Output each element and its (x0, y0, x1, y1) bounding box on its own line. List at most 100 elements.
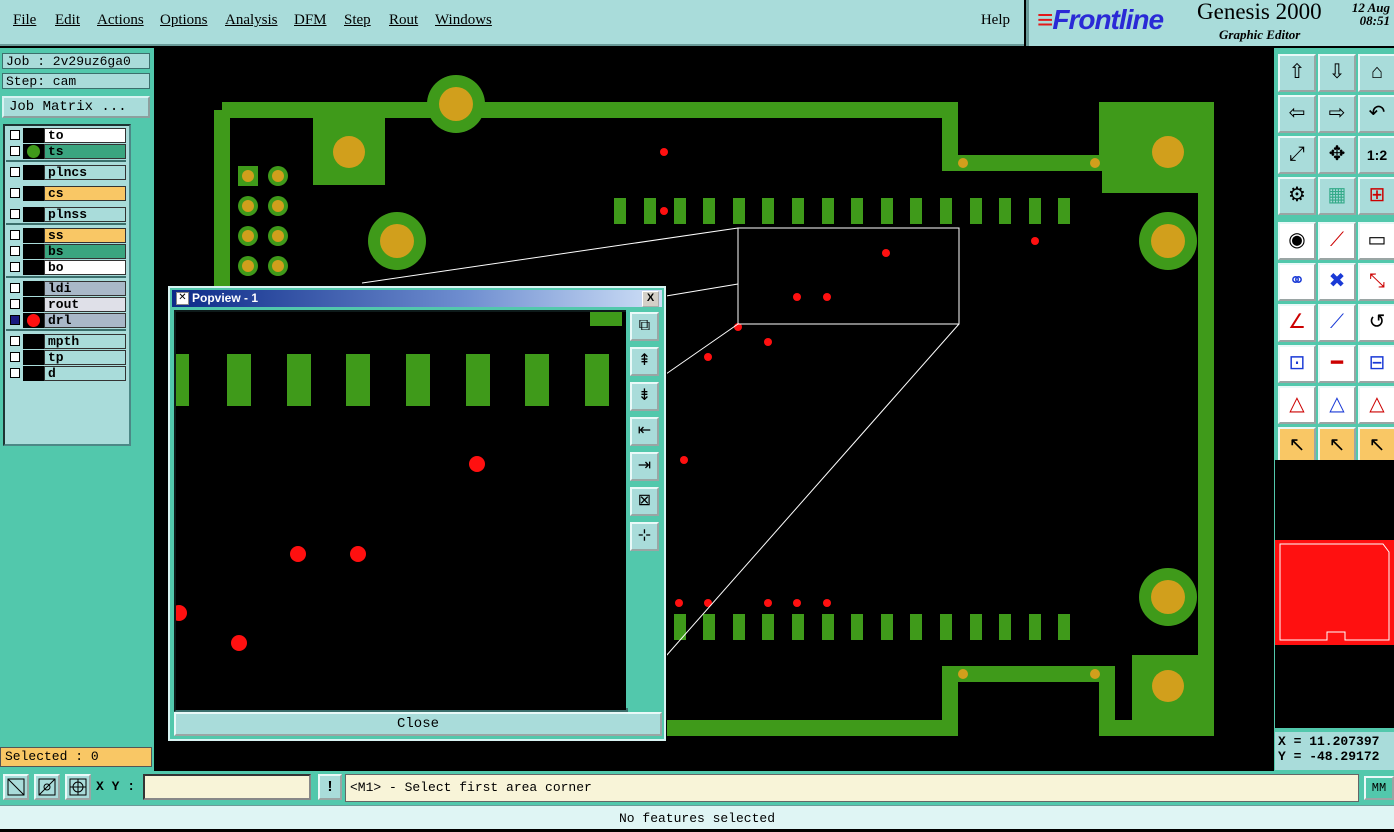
layer-status-swatch[interactable] (23, 260, 44, 275)
layer-checkbox[interactable] (10, 130, 20, 140)
layer-row[interactable]: mpth (8, 334, 126, 349)
pan-up-icon[interactable]: ⇧ (1278, 54, 1316, 92)
layer-status-swatch[interactable] (23, 128, 44, 143)
line-draw-icon[interactable]: ⟋ (1318, 304, 1356, 342)
layer-row[interactable]: ss (8, 228, 126, 243)
menu-step[interactable]: Step (344, 12, 371, 29)
menu-help[interactable]: Help (981, 12, 1010, 29)
add-feature-icon[interactable]: ◉ (1278, 222, 1316, 260)
triangle-outline-icon[interactable]: △ (1318, 386, 1356, 424)
zoom-1-2-icon[interactable]: 1:2 (1358, 136, 1394, 174)
pan-down-icon[interactable]: ⇟ (630, 382, 659, 411)
pan-down-icon[interactable]: ⇩ (1318, 54, 1356, 92)
units-button[interactable]: MM (1364, 776, 1394, 800)
layer-name[interactable]: to (44, 128, 126, 143)
connect-icon[interactable]: ⚭ (1278, 263, 1316, 301)
layer-name[interactable]: drl (44, 313, 126, 328)
layer-checkbox[interactable] (10, 188, 20, 198)
zoom-window-icon[interactable]: ⧉ (630, 312, 659, 341)
layer-name[interactable]: mpth (44, 334, 126, 349)
undo-zoom-icon[interactable]: ↶ (1358, 95, 1394, 133)
grid-icon[interactable]: ▦ (1318, 177, 1356, 215)
layer-status-swatch[interactable] (23, 297, 44, 312)
layer-status-swatch[interactable] (23, 334, 44, 349)
pan-right-icon[interactable]: ⇨ (1318, 95, 1356, 133)
pan-up-icon[interactable]: ⇞ (630, 347, 659, 376)
layer-row[interactable]: ldi (8, 281, 126, 296)
layer-row[interactable]: cs (8, 186, 126, 201)
job-matrix-button[interactable]: Job Matrix ... (2, 96, 150, 118)
layer-name[interactable]: rout (44, 297, 126, 312)
snap-icon[interactable]: ⊞ (1358, 177, 1394, 215)
triangle-icon[interactable]: △ (1278, 386, 1316, 424)
menu-rout[interactable]: Rout (389, 12, 418, 29)
layer-row[interactable]: tp (8, 350, 126, 365)
layer-row[interactable]: rout (8, 297, 126, 312)
layer-status-swatch[interactable] (23, 350, 44, 365)
ruler-icon[interactable]: ▭ (1358, 222, 1394, 260)
alert-button[interactable]: ! (318, 774, 342, 800)
grid-snap-icon[interactable] (65, 774, 91, 800)
home-icon[interactable]: ⌂ (1358, 54, 1394, 92)
close-button[interactable]: Close (174, 712, 662, 736)
layer-name[interactable]: ts (44, 144, 126, 159)
layer-status-swatch[interactable] (23, 186, 44, 201)
layer-row[interactable]: bo (8, 260, 126, 275)
layer-checkbox[interactable] (10, 146, 20, 156)
pan-left-icon[interactable]: ⇤ (630, 417, 659, 446)
layer-name[interactable]: cs (44, 186, 126, 201)
line-edit-icon[interactable]: ⟋ (1318, 222, 1356, 260)
layer-checkbox[interactable] (10, 299, 20, 309)
pan-right-icon[interactable]: ⇥ (630, 452, 659, 481)
snap-icon[interactable] (34, 774, 60, 800)
layer-name[interactable]: plnss (44, 207, 126, 222)
layer-checkbox[interactable] (10, 246, 20, 256)
menu-dfm[interactable]: DFM (294, 12, 327, 29)
measure-icon[interactable]: ⊟ (1358, 345, 1394, 383)
menu-actions[interactable]: Actions (97, 12, 144, 29)
layer-checkbox[interactable] (10, 230, 20, 240)
overview-map[interactable] (1275, 460, 1394, 728)
popview-canvas[interactable] (174, 310, 628, 712)
popview-titlebar[interactable]: ✕ Popview - 1 X (172, 290, 662, 307)
layer-checkbox[interactable] (10, 315, 20, 325)
layer-row[interactable]: ts (8, 144, 126, 159)
triangle-edit-icon[interactable]: △ (1358, 386, 1394, 424)
layer-name[interactable]: plncs (44, 165, 126, 180)
menu-windows[interactable]: Windows (435, 12, 492, 29)
xy-input[interactable] (143, 774, 311, 800)
zoom-fit-icon[interactable]: ⤢ (1278, 136, 1316, 174)
move-icon[interactable]: ⤡ (1358, 263, 1394, 301)
pad-icon[interactable]: ⊡ (1278, 345, 1316, 383)
layer-name[interactable]: bo (44, 260, 126, 275)
arc-icon[interactable]: ↺ (1358, 304, 1394, 342)
layer-status-swatch[interactable] (23, 366, 44, 381)
menu-options[interactable]: Options (160, 12, 208, 29)
layer-checkbox[interactable] (10, 336, 20, 346)
layer-checkbox[interactable] (10, 368, 20, 378)
zoom-area-icon[interactable] (3, 774, 29, 800)
layer-checkbox[interactable] (10, 167, 20, 177)
layer-status-swatch[interactable] (23, 207, 44, 222)
close-icon[interactable]: X (642, 291, 659, 307)
layer-row[interactable]: drl (8, 313, 126, 328)
settings-icon[interactable]: ⚙ (1278, 177, 1316, 215)
layer-row[interactable]: plncs (8, 165, 126, 180)
layer-status-swatch[interactable] (23, 228, 44, 243)
pan-left-icon[interactable]: ⇦ (1278, 95, 1316, 133)
menu-analysis[interactable]: Analysis (225, 12, 278, 29)
zoom-in-icon[interactable]: ⊹ (630, 522, 659, 551)
layer-name[interactable]: ldi (44, 281, 126, 296)
layer-row[interactable]: to (8, 128, 126, 143)
layer-checkbox[interactable] (10, 352, 20, 362)
layer-name[interactable]: bs (44, 244, 126, 259)
menu-file[interactable]: File (13, 12, 36, 29)
layer-checkbox[interactable] (10, 209, 20, 219)
layer-row[interactable]: plnss (8, 207, 126, 222)
layer-checkbox[interactable] (10, 262, 20, 272)
menu-edit[interactable]: Edit (55, 12, 80, 29)
layer-status-swatch[interactable] (23, 281, 44, 296)
angle-icon[interactable]: ∠ (1278, 304, 1316, 342)
zoom-center-icon[interactable]: ✥ (1318, 136, 1356, 174)
layer-row[interactable]: bs (8, 244, 126, 259)
